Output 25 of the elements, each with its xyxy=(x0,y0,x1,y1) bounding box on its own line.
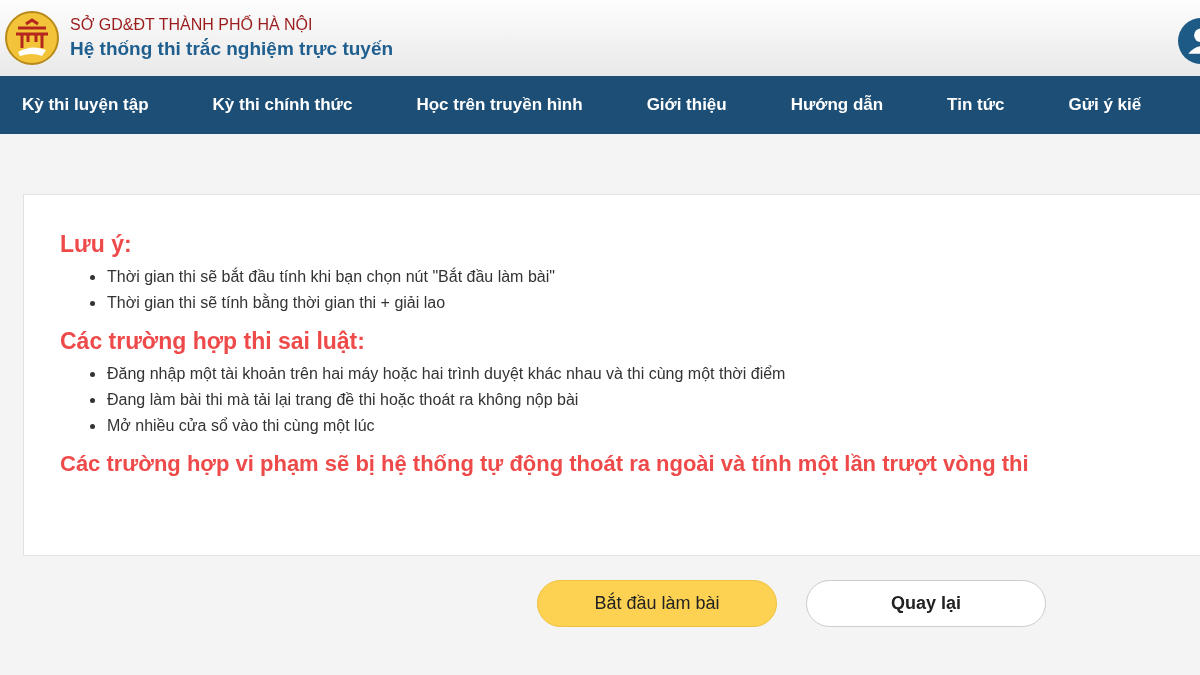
organization-name: SỞ GD&ĐT THÀNH PHỐ HÀ NỘI xyxy=(70,16,314,34)
bullet-icon xyxy=(90,300,95,306)
bullet-icon xyxy=(90,397,95,403)
site-title: Hệ thống thi trắc nghiệm trực tuyến xyxy=(70,38,394,60)
list-item-text: Thời gian thi sẽ bắt đầu tính khi bạn chọn nút "Bắt đầu làm bài" xyxy=(107,266,555,287)
bullet-icon xyxy=(90,371,95,377)
logo-icon xyxy=(4,10,60,66)
list-item-text: Đang làm bài thi mà tải lại trang đề thi hoặc thoát ra không nộp bài xyxy=(107,390,579,410)
list-item-text: Thời gian thi sẽ tính bằng thời gian thi + giải lao xyxy=(107,292,446,313)
nav-link[interactable]: Tin tức xyxy=(947,95,1005,115)
warning-text: Các trường hợp vi phạm sẽ bị hệ thống tự động thoát ra ngoài và tính một lần trượt vòng thi xyxy=(60,451,1030,477)
bullet-icon xyxy=(90,274,95,280)
nav-link[interactable]: Giới thiệu xyxy=(646,95,727,115)
start-button[interactable]: Bắt đầu làm bài xyxy=(537,580,777,627)
list-item-text: Mở nhiều cửa sổ vào thi cùng một lúc xyxy=(107,416,375,436)
nav-link[interactable]: Hướng dẫn xyxy=(790,95,884,115)
nav-link[interactable]: Kỳ thi luyện tập xyxy=(22,95,149,115)
back-button[interactable]: Quay lại xyxy=(806,580,1046,627)
nav-link[interactable]: Kỳ thi chính thức xyxy=(212,95,353,115)
section-heading: Các trường hợp thi sai luật: xyxy=(60,328,366,355)
nav-link[interactable]: Gửi ý kiế xyxy=(1068,95,1142,115)
list-item-text: Đăng nhập một tài khoản trên hai máy hoặc hai trình duyệt khác nhau và thi cùng một thời điểm xyxy=(107,364,786,384)
bullet-icon xyxy=(90,423,95,429)
section-heading: Lưu ý: xyxy=(60,231,133,258)
nav-link[interactable]: Học trên truyền hình xyxy=(416,95,583,115)
